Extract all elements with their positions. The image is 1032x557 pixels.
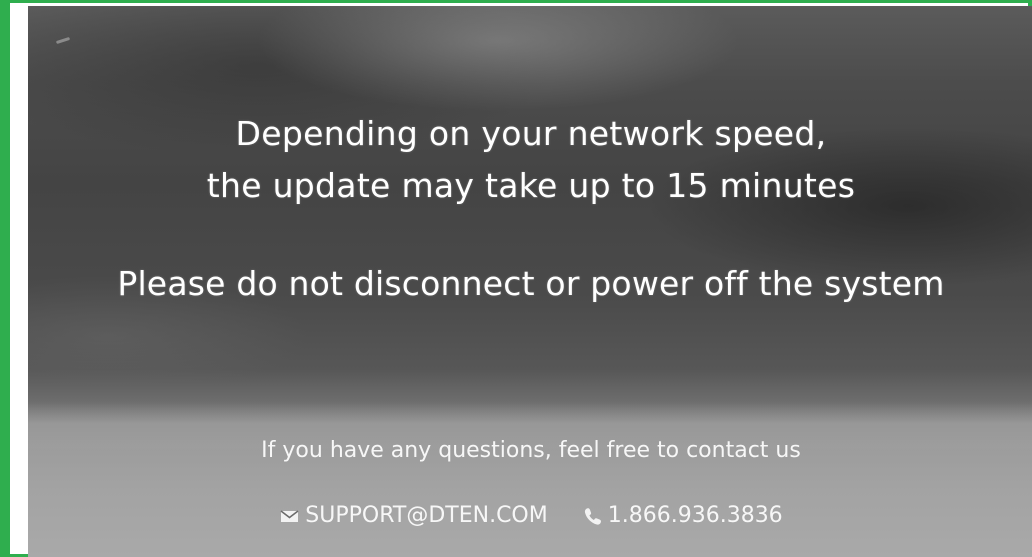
support-phone-text: 1.866.936.3836 (607, 503, 783, 528)
update-screen: Depending on your network speed, the upd… (28, 6, 1032, 557)
phone-icon (582, 506, 604, 526)
envelope-icon (279, 506, 301, 526)
support-phone: 1.866.936.3836 (582, 503, 783, 528)
update-message-line-1: Depending on your network speed, (235, 114, 827, 153)
contact-details: SUPPORT@DTEN.COM 1.866.936.3836 (28, 503, 1032, 528)
support-email-text: SUPPORT@DTEN.COM (305, 503, 548, 528)
screen-reflection (55, 36, 71, 45)
photo-frame: Depending on your network speed, the upd… (0, 0, 1032, 557)
contact-prompt: If you have any questions, feel free to … (261, 438, 801, 463)
update-message-line-2: the update may take up to 15 minutes (206, 166, 856, 205)
power-warning-message: Please do not disconnect or power off th… (117, 264, 945, 303)
support-email: SUPPORT@DTEN.COM (279, 503, 548, 528)
